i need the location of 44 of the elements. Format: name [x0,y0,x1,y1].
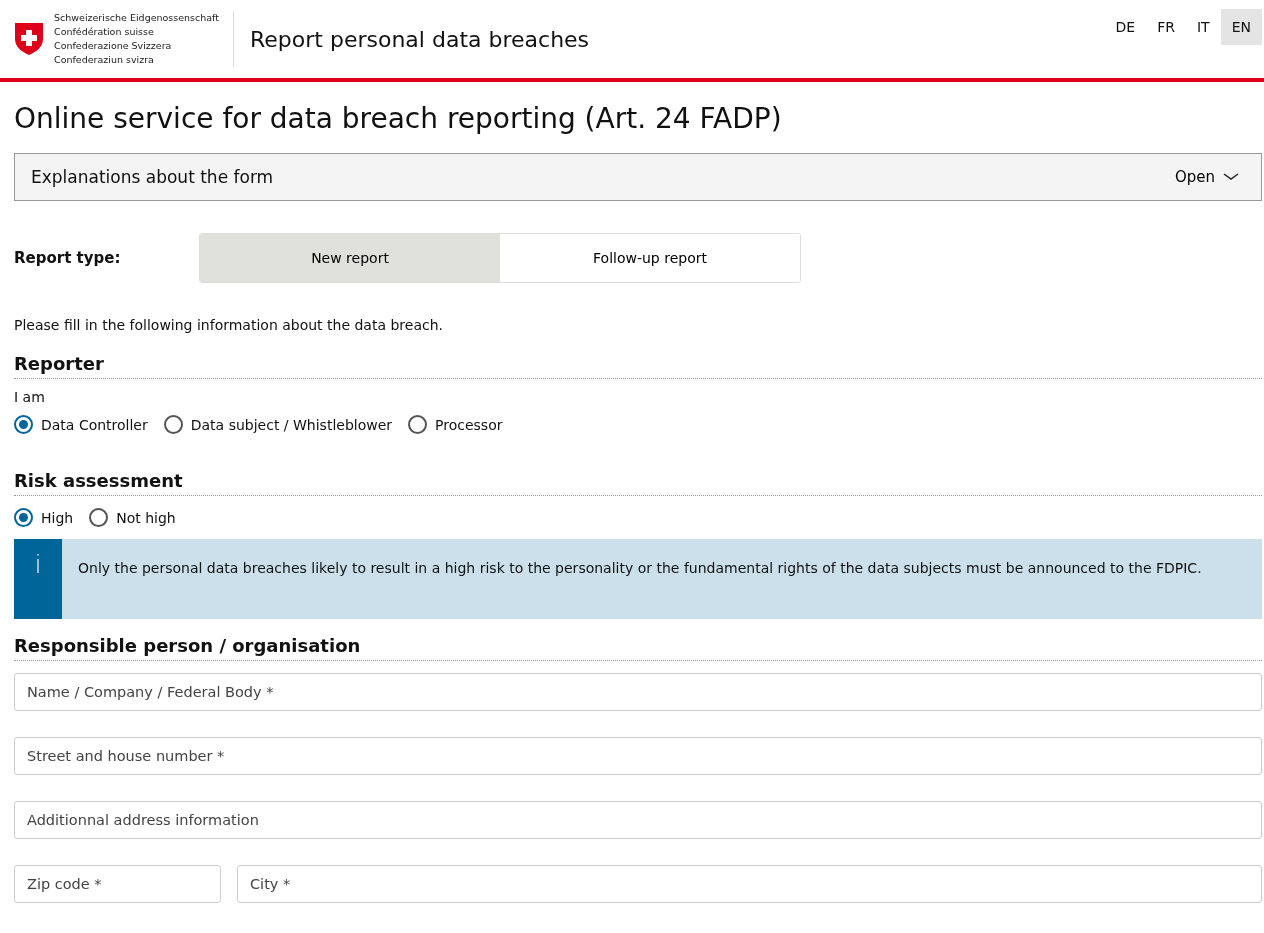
accordion-header[interactable]: Explanations about the form Open [14,153,1262,201]
input-field[interactable]: Name / Company / Federal Body * [14,673,1262,711]
radio-icon[interactable] [408,415,428,434]
radio-icon[interactable] [89,508,109,527]
info-icon: i [14,539,62,619]
radio-option[interactable]: Not high [89,508,176,527]
chevron-icon [1223,173,1239,181]
input-field[interactable]: Additionnal address information [14,801,1262,839]
radio-option[interactable]: Processor [408,415,503,434]
radio-icon[interactable] [14,508,33,527]
radio-icon[interactable] [163,415,183,434]
language-link[interactable]: EN [1220,9,1262,45]
prompt-text: I am [14,389,46,405]
report-type-option[interactable]: New report [200,234,500,282]
logo-text: Schweizerische Eidgenossenschaft [54,11,220,25]
radio-icon[interactable] [14,415,33,434]
radio-label: Data Controller [41,416,148,433]
language-link[interactable]: FR [1146,9,1186,45]
radio-option[interactable]: Data subject / Whistleblower [163,415,393,434]
report-type-label: Report type: [14,249,122,267]
radio-option[interactable]: High [14,508,74,527]
logo-text: Confederaziun svizra [54,53,155,67]
logo-text: Confédération suisse [54,25,155,39]
section-heading: Risk assessment [14,470,1262,496]
radio-label: Data subject / Whistleblower [190,416,393,433]
page-title: Online service for data breach reporting (Art. 24 FADP) [14,102,783,135]
accordion-title: Explanations about the form [31,167,274,187]
language-link[interactable]: DE [1104,9,1147,45]
intro-text: Please fill in the following information about the data breach. [14,317,444,333]
input-field[interactable]: Street and house number * [14,737,1262,775]
logo-text: Confederazione Svizzera [54,39,173,53]
input-field[interactable]: Zip code * [14,865,221,903]
info-text: Only the personal data breaches likely to result in a high risk to the personality or the fundamental rights of the data subjects must be announced to the FDPIC. [77,559,1203,578]
section-heading: Responsible person / organisation [14,635,1262,661]
section-heading: Reporter [14,353,1262,379]
radio-label: Not high [116,509,176,526]
radio-label: Processor [435,416,503,433]
swiss-shield-icon [14,22,44,56]
radio-option[interactable]: Data Controller [14,415,148,434]
site-title: Report personal data breaches [250,26,591,52]
language-link[interactable]: IT [1186,9,1221,45]
input-field[interactable]: City * [237,865,1262,903]
radio-label: High [41,509,74,526]
open-toggle[interactable]: Open [1168,167,1245,187]
